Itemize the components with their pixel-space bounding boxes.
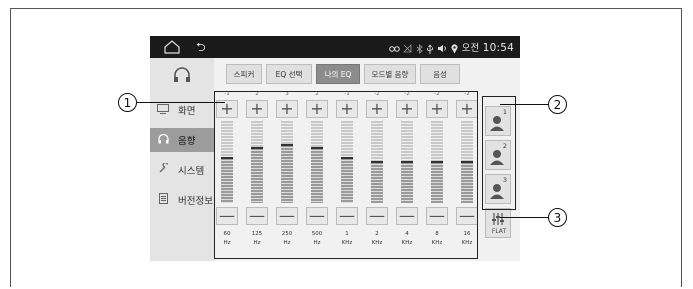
tab-speaker[interactable]: 스피커 (226, 64, 262, 84)
callout-2-leader (500, 104, 548, 105)
sidebar-item-version[interactable]: 버전정보 (150, 188, 214, 212)
sidebar-item-system[interactable]: 시스템 (150, 158, 214, 182)
flat-label: FLAT (491, 228, 507, 235)
callout-1-leader (137, 102, 225, 103)
tab-mode-volume[interactable]: 모드별 음량 (364, 64, 416, 84)
usb-icon (426, 44, 433, 54)
document-icon (154, 193, 172, 207)
status-bar: ⮌ 오전 10:54 (150, 36, 520, 58)
back-icon[interactable]: ⮌ (196, 39, 206, 55)
tab-eq-select[interactable]: EQ 선택 (266, 64, 312, 84)
callout-3: 3 (548, 208, 567, 227)
sidebar-item-label: 시스템 (178, 166, 205, 177)
status-indicators: 오전 10:54 (389, 40, 514, 54)
sound-category-header (150, 58, 214, 92)
home-icon[interactable] (164, 40, 180, 54)
monitor-icon (154, 103, 172, 117)
tab-voice[interactable]: 음성 (420, 64, 460, 84)
presets-highlight-box (482, 96, 516, 210)
clock-prefix: 오전 (461, 43, 480, 54)
no-signal-icon (403, 44, 412, 53)
link-icon (389, 45, 401, 52)
tab-my-eq[interactable]: 나의 EQ (316, 64, 360, 84)
flat-button[interactable]: FLAT (485, 208, 511, 238)
callout-2: 2 (548, 95, 567, 114)
headphone-icon (154, 133, 172, 147)
callout-3-leader (500, 217, 548, 218)
eq-sliders-highlight-box (214, 91, 478, 259)
sidebar: 화면 음향 시스템 버전정보 (150, 58, 214, 261)
headphone-icon (174, 67, 190, 82)
sidebar-item-label: 화면 (178, 106, 196, 117)
clock: 10:54 (482, 42, 514, 54)
sidebar-item-label: 버전정보 (178, 196, 213, 207)
sidebar-item-sound[interactable]: 음향 (150, 128, 214, 152)
equalizer-sliders-icon (492, 213, 504, 225)
wrench-icon (154, 162, 172, 177)
location-icon (451, 43, 458, 53)
callout-1: 1 (118, 93, 137, 112)
volume-icon (438, 45, 447, 52)
bluetooth-icon (416, 43, 423, 54)
sidebar-item-label: 음향 (178, 136, 196, 147)
